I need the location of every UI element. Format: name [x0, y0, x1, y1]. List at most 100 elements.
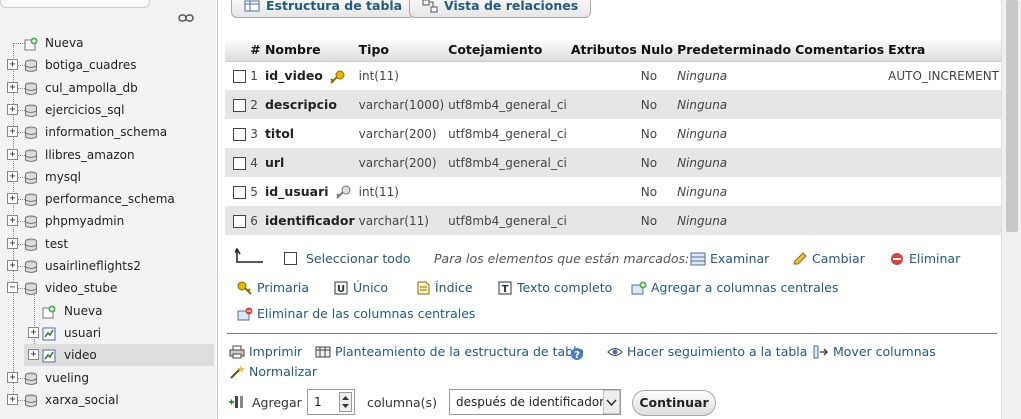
header-collation[interactable]: Cotejamiento	[446, 38, 569, 62]
column-name[interactable]: id_video	[265, 68, 323, 83]
vertical-scrollbar[interactable]	[1001, 0, 1021, 419]
stepper-icon[interactable]	[339, 392, 352, 412]
add-column-icon	[229, 396, 243, 408]
browse-action[interactable]: Examinar	[690, 250, 769, 268]
drop-action[interactable]: Eliminar	[889, 250, 960, 268]
header-name[interactable]: Nombre	[262, 38, 357, 62]
nav-table-item[interactable]: Nueva	[24, 300, 214, 322]
scrollbar-thumb[interactable]	[1006, 0, 1018, 232]
expand-icon[interactable]: +	[7, 170, 18, 182]
column-null: No	[638, 119, 676, 148]
key-icon	[237, 281, 252, 295]
tab-relations-view-label: Vista de relaciones	[444, 0, 579, 13]
row-checkbox[interactable]	[233, 127, 246, 141]
nav-database-item[interactable]: + information_schema	[0, 121, 214, 143]
table-row: 5 id_usuari int(11) No Ninguna	[225, 177, 1001, 206]
nav-database-item[interactable]: + mysql	[0, 166, 214, 188]
expand-icon[interactable]: +	[7, 237, 18, 249]
database-icon	[24, 214, 38, 229]
header-extra[interactable]: Extra	[886, 38, 1001, 62]
continue-button[interactable]: Continuar	[632, 390, 716, 416]
column-null: No	[638, 90, 676, 119]
pencil-icon	[793, 252, 807, 265]
expand-icon[interactable]: +	[7, 59, 18, 71]
nav-item-label: information_schema	[45, 125, 168, 140]
link-icon[interactable]	[178, 12, 194, 24]
collapse-icon[interactable]: −	[7, 282, 18, 294]
remove-central-action[interactable]: Eliminar de las columnas centrales	[237, 305, 475, 323]
add-central-icon	[631, 281, 647, 295]
expand-icon[interactable]: +	[7, 148, 18, 160]
nav-database-item[interactable]: + performance_schema	[0, 188, 214, 210]
expand-icon[interactable]: +	[28, 349, 39, 361]
column-name-cell: id_usuari	[262, 177, 357, 206]
row-checkbox[interactable]	[233, 69, 246, 83]
tab-table-structure[interactable]: Estructura de tabla	[231, 0, 416, 18]
track-table-action[interactable]: Hacer seguimiento a la tabla	[607, 343, 807, 361]
row-checkbox[interactable]	[233, 214, 246, 228]
row-checkbox[interactable]	[233, 98, 246, 112]
column-attributes	[568, 177, 639, 206]
column-name-cell: descripcio	[262, 90, 357, 119]
column-name[interactable]: titol	[265, 126, 294, 141]
header-comments[interactable]: Comentarios	[793, 38, 887, 62]
nav-table-item[interactable]: + usuari	[24, 322, 214, 344]
propose-structure-action[interactable]: Planteamiento de la estructura de tabla	[315, 343, 584, 361]
expand-icon[interactable]: +	[7, 81, 18, 93]
header-type[interactable]: Tipo	[356, 38, 447, 62]
nav-database-item[interactable]: Nueva	[0, 32, 214, 54]
column-name[interactable]: url	[265, 155, 284, 170]
nav-database-item[interactable]: + cul_ampolla_db	[0, 77, 214, 99]
header-default[interactable]: Predeterminado	[675, 38, 794, 62]
column-extra	[886, 90, 1001, 119]
nav-database-item[interactable]: + llibres_amazon	[0, 144, 214, 166]
add-column-count-input[interactable]: 1	[307, 389, 355, 415]
expand-icon[interactable]: +	[7, 371, 18, 383]
move-columns-action[interactable]: Mover columnas	[813, 343, 936, 361]
navigation-panel: Nueva + botiga_cuadres + cul_ampolla_db + ejer…	[0, 0, 218, 419]
expand-icon[interactable]: +	[7, 103, 18, 115]
nav-database-item[interactable]: + usairlineflights2	[0, 255, 214, 277]
nav-table-item[interactable]: + video	[24, 344, 214, 367]
column-position-select[interactable]: después de identificador	[449, 389, 621, 415]
expand-icon[interactable]: +	[7, 215, 18, 227]
column-comments	[793, 206, 887, 235]
add-central-action[interactable]: Agregar a columnas centrales	[631, 279, 838, 297]
nav-database-item[interactable]: + vueling	[0, 367, 214, 389]
nav-database-item[interactable]: + botiga_cuadres	[0, 54, 214, 76]
header-attributes[interactable]: Atributos	[568, 38, 639, 62]
svg-text:?: ?	[574, 350, 580, 361]
table-icon	[42, 326, 56, 341]
column-name[interactable]: identificador	[265, 213, 355, 228]
unique-action[interactable]: U Único	[333, 279, 388, 297]
row-checkbox[interactable]	[233, 185, 246, 199]
fulltext-action[interactable]: T Texto completo	[497, 279, 612, 297]
expand-icon[interactable]: +	[28, 326, 39, 338]
header-null[interactable]: Nulo	[638, 38, 676, 62]
print-action[interactable]: Imprimir	[229, 343, 302, 361]
nav-database-item[interactable]: + test	[0, 233, 214, 255]
tab-relations-view[interactable]: Vista de relaciones	[409, 0, 592, 18]
row-number: 6	[248, 206, 263, 235]
expand-icon[interactable]: +	[7, 126, 18, 138]
nav-database-item[interactable]: − video_stube	[0, 277, 214, 299]
database-icon	[24, 125, 38, 140]
select-all-link[interactable]: Seleccionar todo	[306, 250, 410, 268]
expand-icon[interactable]: +	[7, 193, 18, 205]
primary-action[interactable]: Primaria	[237, 279, 309, 297]
expand-icon[interactable]: +	[7, 260, 18, 271]
help-icon[interactable]: ?	[570, 347, 584, 361]
select-all-checkbox[interactable]	[284, 252, 297, 265]
column-type: varchar(200)	[356, 148, 447, 177]
column-name[interactable]: descripcio	[265, 97, 337, 112]
nav-database-item[interactable]: + phpmyadmin	[0, 210, 214, 232]
index-action[interactable]: Índice	[415, 279, 473, 297]
normalize-action[interactable]: Normalizar	[229, 363, 317, 381]
expand-icon[interactable]: +	[7, 393, 18, 405]
change-action[interactable]: Cambiar	[792, 250, 865, 268]
nav-database-item[interactable]: + xarxa_social	[0, 389, 214, 411]
column-null: No	[638, 61, 676, 90]
nav-database-item[interactable]: + ejercicios_sql	[0, 99, 214, 121]
row-checkbox[interactable]	[233, 156, 246, 170]
column-name[interactable]: id_usuari	[265, 184, 329, 199]
